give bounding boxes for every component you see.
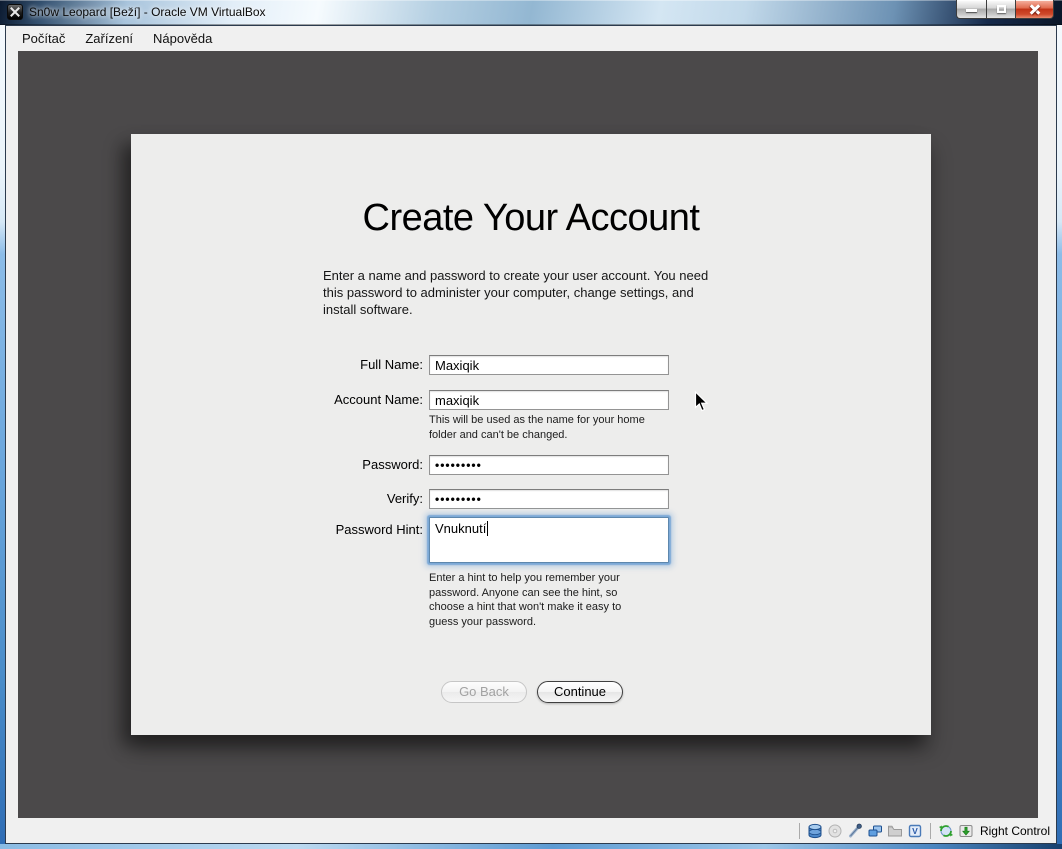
minimize-icon [966,9,977,12]
mouse-integration-icon[interactable] [938,823,954,839]
account-name-input[interactable] [429,390,669,410]
password-hint-value: Vnuknutí [435,521,487,536]
menu-computer[interactable]: Počítač [12,28,75,49]
create-account-dialog: Create Your Account Enter a name and pas… [131,134,931,735]
usb-icon[interactable] [847,823,863,839]
statusbar: V Right Control [6,818,1056,844]
go-back-button[interactable]: Go Back [441,681,527,703]
account-name-help-text: This will be used as the name for your h… [429,414,645,441]
restore-icon [997,5,1006,13]
dialog-intro-text: Enter a name and password to create your… [323,268,709,317]
text-caret [487,521,489,536]
window-title: Sn0w Leopard [Beží] - Oracle VM VirtualB… [29,5,266,19]
virtualbox-logo-icon [7,4,23,20]
menubar: Počítač Zařízení Nápověda [6,25,1056,51]
account-name-label: Account Name: [334,392,423,407]
menu-help[interactable]: Nápověda [143,28,222,49]
optical-disc-icon[interactable] [827,823,843,839]
password-hint-input[interactable]: Vnuknutí [429,517,669,563]
keyboard-capture-icon[interactable] [958,823,974,839]
dialog-title: Create Your Account [362,197,700,239]
network-icon[interactable] [867,823,883,839]
minimize-button[interactable] [956,0,986,19]
window-border-bottom [0,844,1062,849]
password-label: Password: [362,457,423,472]
statusbar-separator [929,823,931,839]
close-icon [1030,4,1040,14]
window-controls [956,0,1054,19]
close-button[interactable] [1016,0,1054,19]
hdd-icon[interactable] [807,823,823,839]
window-border-left [0,25,5,844]
password-input[interactable] [429,455,669,475]
shared-folders-icon[interactable] [887,823,903,839]
password-hint-label: Password Hint: [335,522,423,537]
mouse-cursor [694,391,709,412]
vm-guest-screen[interactable]: Create Your Account Enter a name and pas… [18,51,1038,818]
continue-button[interactable]: Continue [537,681,623,703]
statusbar-separator [798,823,800,839]
full-name-label: Full Name: [360,357,423,372]
svg-text:V: V [912,826,918,836]
titlebar[interactable]: Sn0w Leopard [Beží] - Oracle VM VirtualB… [0,0,1062,25]
window-border-right [1057,25,1062,844]
host-key-label: Right Control [979,824,1050,838]
password-hint-help-text: Enter a hint to help you remember your p… [429,572,622,628]
virtualization-icon[interactable]: V [907,823,923,839]
verify-input[interactable] [429,489,669,509]
full-name-input[interactable] [429,355,669,375]
verify-label: Verify: [386,491,423,506]
virtualbox-window: { "window": { "title": "Sn0w Leopard [Be… [0,0,1062,849]
restore-button[interactable] [986,0,1016,19]
statusbar-icons: V Right Control [796,818,1050,844]
menu-devices[interactable]: Zařízení [75,28,143,49]
